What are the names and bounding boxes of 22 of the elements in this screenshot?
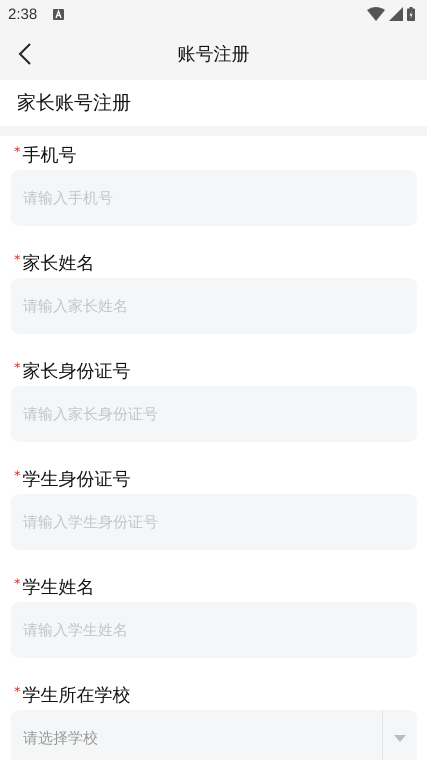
field-label: 学生身份证号: [22, 468, 130, 491]
required-mark: *: [14, 577, 20, 592]
required-mark: *: [14, 469, 20, 484]
battery-icon: [407, 7, 415, 21]
caret-icon: [394, 734, 406, 742]
field-label: 学生所在学校: [22, 684, 130, 707]
required-mark: *: [14, 253, 20, 268]
status-time: 2:38: [8, 6, 38, 22]
signal-icon: [389, 7, 403, 21]
required-mark: *: [14, 361, 20, 376]
field-label: 家长姓名: [22, 252, 94, 275]
field-label: 手机号: [22, 144, 76, 167]
section-title: 家长账号注册: [17, 91, 131, 116]
page-title: 账号注册: [178, 43, 250, 66]
notification-icon: [53, 8, 64, 20]
required-mark: *: [14, 685, 20, 700]
select-field[interactable]: 请选择学校: [11, 710, 417, 760]
required-mark: *: [14, 145, 20, 160]
wifi-icon: [367, 7, 385, 21]
back-icon[interactable]: [18, 43, 32, 65]
field-label: 学生姓名: [22, 576, 94, 599]
field-label: 家长身份证号: [22, 360, 130, 383]
